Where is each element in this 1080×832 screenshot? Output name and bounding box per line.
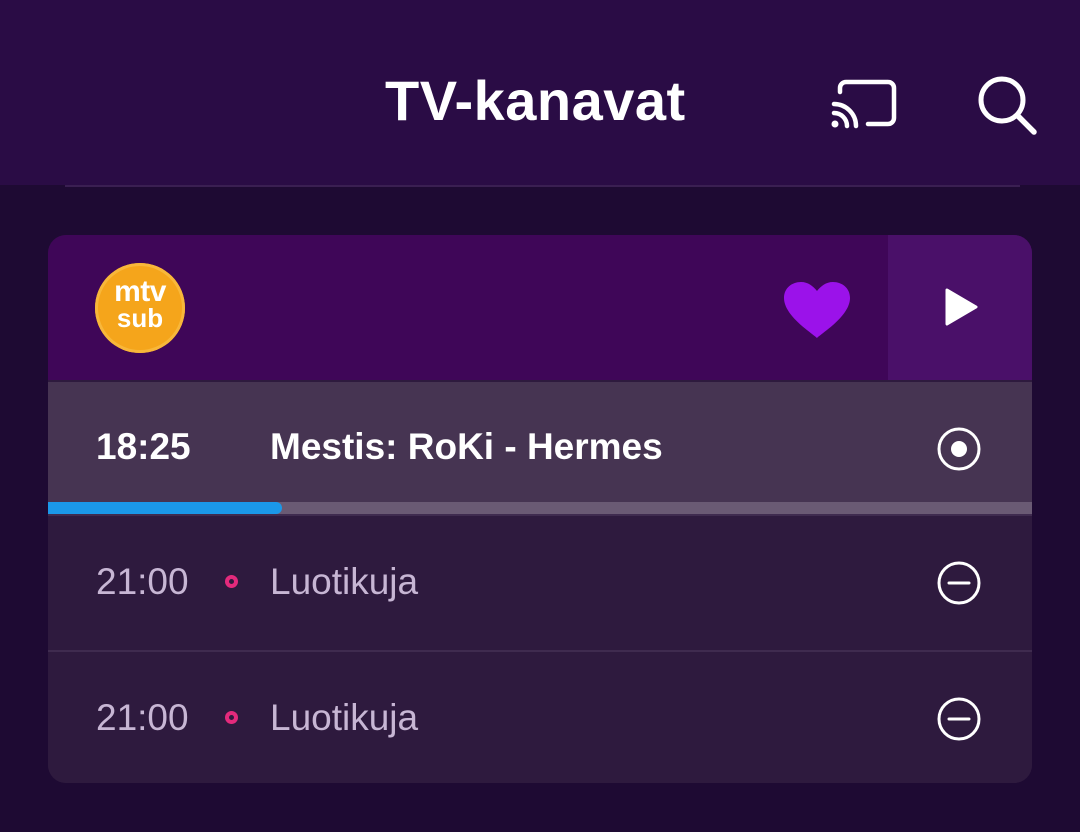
page-title: TV-kanavat bbox=[385, 69, 686, 132]
play-button[interactable] bbox=[888, 235, 1032, 380]
program-time: 21:00 bbox=[96, 561, 189, 602]
recording-dot-icon bbox=[225, 711, 238, 724]
minus-circle-icon[interactable] bbox=[936, 560, 982, 606]
logo-text-bottom: sub bbox=[116, 303, 164, 333]
recording-dot-icon bbox=[225, 575, 238, 588]
header-divider bbox=[65, 185, 1020, 187]
program-row[interactable]: 21:00 Luotikuja bbox=[48, 516, 1032, 649]
channel-card: mtv sub 18:25 Mestis: RoKi - Hermes 21:0… bbox=[48, 235, 1032, 783]
program-row-current[interactable]: 18:25 Mestis: RoKi - Hermes bbox=[48, 382, 1032, 502]
cast-button[interactable] bbox=[828, 78, 900, 130]
minus-circle-icon[interactable] bbox=[936, 696, 982, 742]
live-radio-icon[interactable] bbox=[936, 426, 982, 472]
app-header: TV-kanavat bbox=[0, 0, 1080, 185]
program-time: 18:25 bbox=[96, 426, 191, 467]
program-progress-bar bbox=[48, 502, 1032, 514]
heart-icon bbox=[784, 282, 850, 338]
channel-logo[interactable]: mtv sub bbox=[95, 263, 185, 353]
program-row[interactable]: 21:00 Luotikuja bbox=[48, 652, 1032, 783]
favorite-button[interactable] bbox=[782, 280, 852, 340]
program-title: Luotikuja bbox=[270, 697, 419, 738]
program-title: Luotikuja bbox=[270, 561, 419, 602]
cast-icon bbox=[831, 79, 897, 129]
search-button[interactable] bbox=[974, 70, 1042, 138]
program-progress-fill bbox=[48, 502, 283, 514]
play-icon bbox=[945, 288, 978, 326]
program-time: 21:00 bbox=[96, 697, 189, 738]
search-icon bbox=[978, 76, 1037, 135]
program-title: Mestis: RoKi - Hermes bbox=[270, 426, 663, 467]
channel-header: mtv sub bbox=[48, 235, 1032, 380]
